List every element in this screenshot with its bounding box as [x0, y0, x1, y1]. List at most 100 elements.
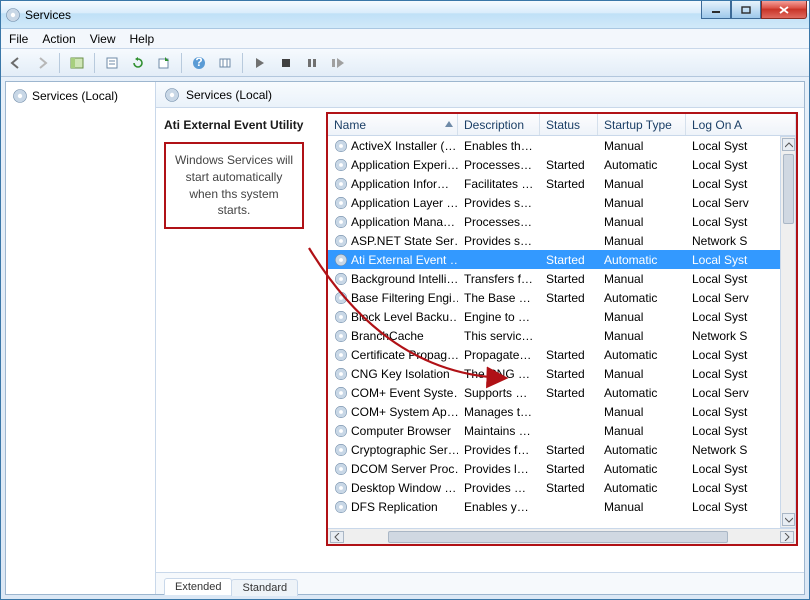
- gear-icon: [334, 443, 348, 457]
- cell-description: Enables the …: [458, 138, 540, 154]
- back-button[interactable]: [5, 52, 27, 74]
- properties-icon: [105, 56, 119, 70]
- close-button[interactable]: [761, 1, 807, 19]
- titlebar[interactable]: Services: [1, 1, 809, 29]
- cell-status: Started: [540, 442, 598, 458]
- gear-icon: [334, 253, 348, 267]
- service-row[interactable]: BranchCacheThis service …ManualNetwork S: [328, 326, 796, 345]
- tab-extended[interactable]: Extended: [164, 578, 232, 595]
- column-header-name[interactable]: Name: [328, 114, 458, 135]
- refresh-button[interactable]: [127, 52, 149, 74]
- service-row[interactable]: Application Experi…Processes a…StartedAu…: [328, 155, 796, 174]
- body-area: Services (Local) Services (Local) Ati Ex…: [5, 81, 805, 595]
- service-row[interactable]: COM+ System Ap…Manages th…ManualLocal Sy…: [328, 402, 796, 421]
- right-header-label: Services (Local): [186, 88, 272, 102]
- right-pane: Services (Local) Ati External Event Util…: [156, 82, 804, 594]
- cell-description: Manages th…: [458, 404, 540, 420]
- scroll-thumb[interactable]: [783, 154, 794, 224]
- tree-root-label: Services (Local): [32, 89, 118, 103]
- service-row[interactable]: Ati External Event …StartedAutomaticLoca…: [328, 250, 796, 269]
- service-row[interactable]: Certificate Propag…Propagates …StartedAu…: [328, 345, 796, 364]
- service-row[interactable]: COM+ Event Syste…Supports Sy…StartedAuto…: [328, 383, 796, 402]
- toolbar-button-extra[interactable]: [214, 52, 236, 74]
- service-row[interactable]: CNG Key IsolationThe CNG ke…StartedManua…: [328, 364, 796, 383]
- start-service-button[interactable]: [249, 52, 271, 74]
- help-icon: ?: [192, 56, 206, 70]
- scroll-left-button[interactable]: [330, 531, 344, 543]
- view-tabs: Extended Standard: [156, 572, 804, 594]
- vertical-scrollbar[interactable]: [780, 136, 796, 528]
- cell-status: [540, 506, 598, 508]
- cell-status: Started: [540, 366, 598, 382]
- cell-name: CNG Key Isolation: [328, 366, 458, 382]
- cell-status: Started: [540, 290, 598, 306]
- show-hide-tree-button[interactable]: [66, 52, 88, 74]
- horizontal-scrollbar[interactable]: [328, 528, 796, 544]
- column-header-startup[interactable]: Startup Type: [598, 114, 686, 135]
- scroll-down-button[interactable]: [782, 513, 795, 526]
- stop-service-button[interactable]: [275, 52, 297, 74]
- gear-icon: [334, 481, 348, 495]
- cell-description: Propagates …: [458, 347, 540, 363]
- gear-icon: [334, 158, 348, 172]
- cell-startup: Manual: [598, 138, 686, 154]
- tab-standard[interactable]: Standard: [231, 579, 298, 596]
- cell-startup: Automatic: [598, 480, 686, 496]
- service-row[interactable]: Application Infor…Facilitates t…StartedM…: [328, 174, 796, 193]
- gear-icon: [334, 215, 348, 229]
- menu-action[interactable]: Action: [42, 32, 75, 46]
- cell-startup: Automatic: [598, 347, 686, 363]
- service-row[interactable]: ActiveX Installer (…Enables the …ManualL…: [328, 136, 796, 155]
- cell-name: Computer Browser: [328, 423, 458, 439]
- service-row[interactable]: Background Intelli…Transfers fil…Started…: [328, 269, 796, 288]
- scroll-up-button[interactable]: [782, 138, 795, 151]
- forward-button[interactable]: [31, 52, 53, 74]
- cell-name: Application Experi…: [328, 157, 458, 173]
- cell-description: Provides fo…: [458, 442, 540, 458]
- cell-status: [540, 221, 598, 223]
- restart-service-button[interactable]: [327, 52, 349, 74]
- maximize-button[interactable]: [731, 1, 761, 19]
- export-button[interactable]: [153, 52, 175, 74]
- cell-description: Engine to p…: [458, 309, 540, 325]
- help-button[interactable]: ?: [188, 52, 210, 74]
- service-row[interactable]: Application Layer …Provides su…ManualLoc…: [328, 193, 796, 212]
- toolbar-separator: [59, 53, 60, 73]
- console-tree-pane: Services (Local): [6, 82, 156, 594]
- annotation-callout: Windows Services will start automaticall…: [164, 142, 304, 229]
- cell-name: ASP.NET State Ser…: [328, 233, 458, 249]
- cell-name: Base Filtering Engi…: [328, 290, 458, 306]
- service-row[interactable]: Block Level Backu…Engine to p…ManualLoca…: [328, 307, 796, 326]
- tree-root-services-local[interactable]: Services (Local): [10, 86, 151, 106]
- service-row[interactable]: DCOM Server Proc…Provides lau…StartedAut…: [328, 459, 796, 478]
- cell-description: Processes a…: [458, 157, 540, 173]
- column-header-status[interactable]: Status: [540, 114, 598, 135]
- menu-view[interactable]: View: [90, 32, 116, 46]
- scroll-thumb[interactable]: [388, 531, 728, 543]
- menu-help[interactable]: Help: [130, 32, 155, 46]
- cell-description: Provides De…: [458, 480, 540, 496]
- scroll-right-button[interactable]: [780, 531, 794, 543]
- svg-text:?: ?: [195, 56, 202, 69]
- cell-status: [540, 411, 598, 413]
- menu-file[interactable]: File: [9, 32, 28, 46]
- service-row[interactable]: Cryptographic Ser…Provides fo…StartedAut…: [328, 440, 796, 459]
- minimize-icon: [711, 6, 721, 14]
- chevron-up-icon: [785, 142, 793, 148]
- minimize-button[interactable]: [701, 1, 731, 19]
- column-header-description[interactable]: Description: [458, 114, 540, 135]
- service-row[interactable]: Computer BrowserMaintains a…ManualLocal …: [328, 421, 796, 440]
- cell-description: Processes in…: [458, 214, 540, 230]
- service-row[interactable]: Application Mana…Processes in…ManualLoca…: [328, 212, 796, 231]
- right-header: Services (Local): [156, 82, 804, 108]
- pause-service-button[interactable]: [301, 52, 323, 74]
- service-row[interactable]: DFS ReplicationEnables you…ManualLocal S…: [328, 497, 796, 516]
- service-row[interactable]: Desktop Window …Provides De…StartedAutom…: [328, 478, 796, 497]
- cell-startup: Manual: [598, 309, 686, 325]
- cell-name: DCOM Server Proc…: [328, 461, 458, 477]
- service-row[interactable]: ASP.NET State Ser…Provides su…ManualNetw…: [328, 231, 796, 250]
- sort-asc-icon: [445, 121, 453, 127]
- properties-button[interactable]: [101, 52, 123, 74]
- column-header-logon[interactable]: Log On A: [686, 114, 796, 135]
- service-row[interactable]: Base Filtering Engi…The Base Fil…Started…: [328, 288, 796, 307]
